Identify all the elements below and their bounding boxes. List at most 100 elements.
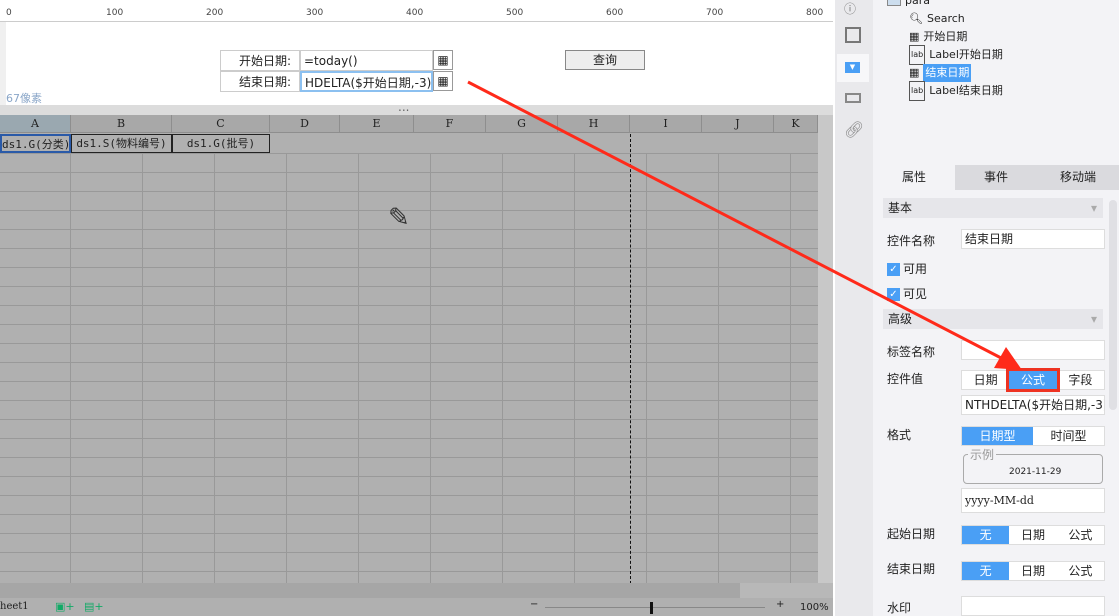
option-date[interactable]: 日期	[1009, 562, 1056, 580]
horizontal-scrollbar[interactable]	[0, 583, 833, 598]
start-date-limit-selector[interactable]: 无日期 公式	[961, 525, 1105, 545]
layout-icon[interactable]	[845, 93, 861, 103]
column-header[interactable]: B	[71, 115, 172, 133]
add-sheet-icon[interactable]: ▣+	[55, 600, 75, 613]
column-header[interactable]: H	[558, 115, 630, 133]
end-date-limit-selector[interactable]: 无日期 公式	[961, 561, 1105, 581]
zoom-in-button[interactable]: +	[776, 599, 784, 610]
frame-icon[interactable]	[845, 27, 861, 43]
option-formula[interactable]: 公式	[1006, 368, 1060, 392]
option-date[interactable]: 日期	[962, 371, 1009, 389]
enabled-checkbox[interactable]: ✓ 可用	[887, 260, 927, 277]
option-time-type[interactable]: 时间型	[1033, 427, 1104, 445]
column-header[interactable]: I	[630, 115, 702, 133]
cell-b1[interactable]: ds1.S(物料编号)	[71, 134, 172, 153]
pane-divider[interactable]: ...	[0, 100, 833, 115]
tab-properties[interactable]: 属性	[873, 165, 955, 190]
zoom-level: 100%	[800, 602, 829, 613]
watermark-label: 水印	[887, 601, 912, 615]
widget-tree: para 🔍︎ Search ▦ 开始日期 lab Label开始日期 ▦ 结束日期 l…	[873, 0, 1119, 101]
tree-item-label: Label结束日期	[929, 84, 1003, 97]
option-none[interactable]: 无	[962, 562, 1010, 580]
widget-tab[interactable]: ▼	[837, 54, 869, 82]
ruler-tick: 700	[706, 8, 724, 18]
calendar-icon: ▦	[909, 66, 920, 79]
option-formula[interactable]: 公式	[1057, 526, 1104, 544]
end-date-label: 结束日期:	[220, 71, 300, 92]
name-label: 控件名称	[887, 234, 936, 248]
visible-checkbox[interactable]: ✓ 可见	[887, 285, 927, 302]
tree-item-label: Search	[926, 12, 965, 25]
query-button[interactable]: 查询	[565, 50, 645, 70]
tree-item-selected[interactable]: ▦ 结束日期	[873, 64, 1119, 82]
ruler-tick: 100	[106, 8, 124, 18]
start-date-label: 开始日期:	[220, 50, 300, 71]
example-value: 2021-11-29	[1009, 467, 1062, 477]
column-header[interactable]: A	[0, 115, 71, 133]
formula-input[interactable]: NTHDELTA($开始日期,-3)	[961, 395, 1105, 415]
ruler-tick: 500	[506, 8, 524, 18]
tree-item-label: 开始日期	[923, 30, 968, 43]
panel-scrollbar[interactable]	[1109, 200, 1117, 410]
column-header[interactable]: K	[774, 115, 818, 133]
right-panel: para 🔍︎ Search ▦ 开始日期 lab Label开始日期 ▦ 结束日期 l…	[873, 0, 1119, 616]
tree-item[interactable]: lab Label结束日期	[873, 81, 1119, 101]
name-input[interactable]: 结束日期	[961, 229, 1105, 249]
icon-strip: ⓘ ▼ 🔗︎	[835, 0, 873, 616]
tree-item[interactable]: 🔍︎ Search	[873, 10, 1119, 28]
value-label: 控件值	[887, 372, 924, 386]
watermark-input[interactable]	[961, 596, 1105, 616]
calendar-icon: ▦	[909, 30, 920, 43]
parameter-pane: 开始日期: =today() ▦ 结束日期: HDELTA($开始日期,-3) …	[0, 22, 833, 105]
tag-label: 标签名称	[887, 345, 936, 359]
option-field[interactable]: 字段	[1057, 371, 1104, 389]
cell-c1[interactable]: ds1.G(批号)	[172, 134, 270, 153]
option-none[interactable]: 无	[962, 526, 1010, 544]
zoom-out-button[interactable]: −	[530, 599, 538, 610]
tree-item-label: Label开始日期	[929, 48, 1003, 61]
tab-events[interactable]: 事件	[955, 165, 1037, 190]
column-header[interactable]: C	[172, 115, 270, 133]
tab-mobile[interactable]: 移动端	[1037, 165, 1119, 190]
tree-item[interactable]: ▦ 开始日期	[873, 28, 1119, 46]
link-icon[interactable]: 🔗︎	[844, 120, 864, 139]
option-date-type[interactable]: 日期型	[962, 427, 1033, 445]
status-bar: heet1 ▣+ ▤+ − + 100%	[0, 598, 833, 616]
tree-root[interactable]: para	[873, 0, 1119, 10]
spreadsheet-grid[interactable]: A B C D E F G H I J K ds1.G(分类) ds1.S(物料…	[0, 115, 818, 583]
column-header[interactable]: F	[414, 115, 486, 133]
calendar-icon[interactable]: ▦	[433, 71, 453, 91]
column-header[interactable]: G	[486, 115, 558, 133]
cell-a1[interactable]: ds1.G(分类)	[0, 134, 71, 153]
calendar-icon[interactable]: ▦	[433, 50, 453, 70]
page-break-line	[630, 134, 631, 583]
option-date[interactable]: 日期	[1009, 526, 1056, 544]
start-date-input[interactable]: =today()	[300, 50, 433, 71]
end-date-input[interactable]: HDELTA($开始日期,-3)	[300, 71, 433, 92]
info-icon[interactable]: ⓘ	[844, 0, 856, 17]
pattern-input[interactable]: yyyy-MM-dd	[961, 488, 1105, 513]
section-basic[interactable]: 基本 ▾	[883, 198, 1103, 218]
tag-input[interactable]	[961, 340, 1105, 360]
zoom-slider[interactable]	[545, 607, 765, 608]
sheet-tab[interactable]: heet1	[0, 601, 29, 612]
end-date-limit-label: 结束日期	[887, 562, 936, 576]
add-form-icon[interactable]: ▤+	[84, 600, 104, 613]
column-header[interactable]: D	[270, 115, 340, 133]
ruler-tick: 400	[406, 8, 424, 18]
value-type-selector[interactable]: 日期 公式 字段	[961, 368, 1105, 392]
ruler-tick: 800	[806, 8, 824, 18]
search-icon: 🔍︎	[909, 12, 923, 25]
tree-root-label: para	[905, 0, 930, 7]
vertical-scrollbar[interactable]	[818, 115, 833, 583]
tree-item[interactable]: lab Label开始日期	[873, 45, 1119, 65]
section-advanced[interactable]: 高级 ▾	[883, 309, 1103, 329]
ruler: 0 100 200 300 400 500 600 700 800	[0, 8, 833, 22]
zoom-slider-handle[interactable]	[650, 602, 653, 614]
column-header[interactable]: E	[340, 115, 414, 133]
option-formula[interactable]: 公式	[1057, 562, 1104, 580]
column-header[interactable]: J	[702, 115, 774, 133]
height-hint: 67像素	[6, 92, 42, 105]
start-date-limit-label: 起始日期	[887, 527, 936, 541]
format-selector[interactable]: 日期型 时间型	[961, 426, 1105, 446]
